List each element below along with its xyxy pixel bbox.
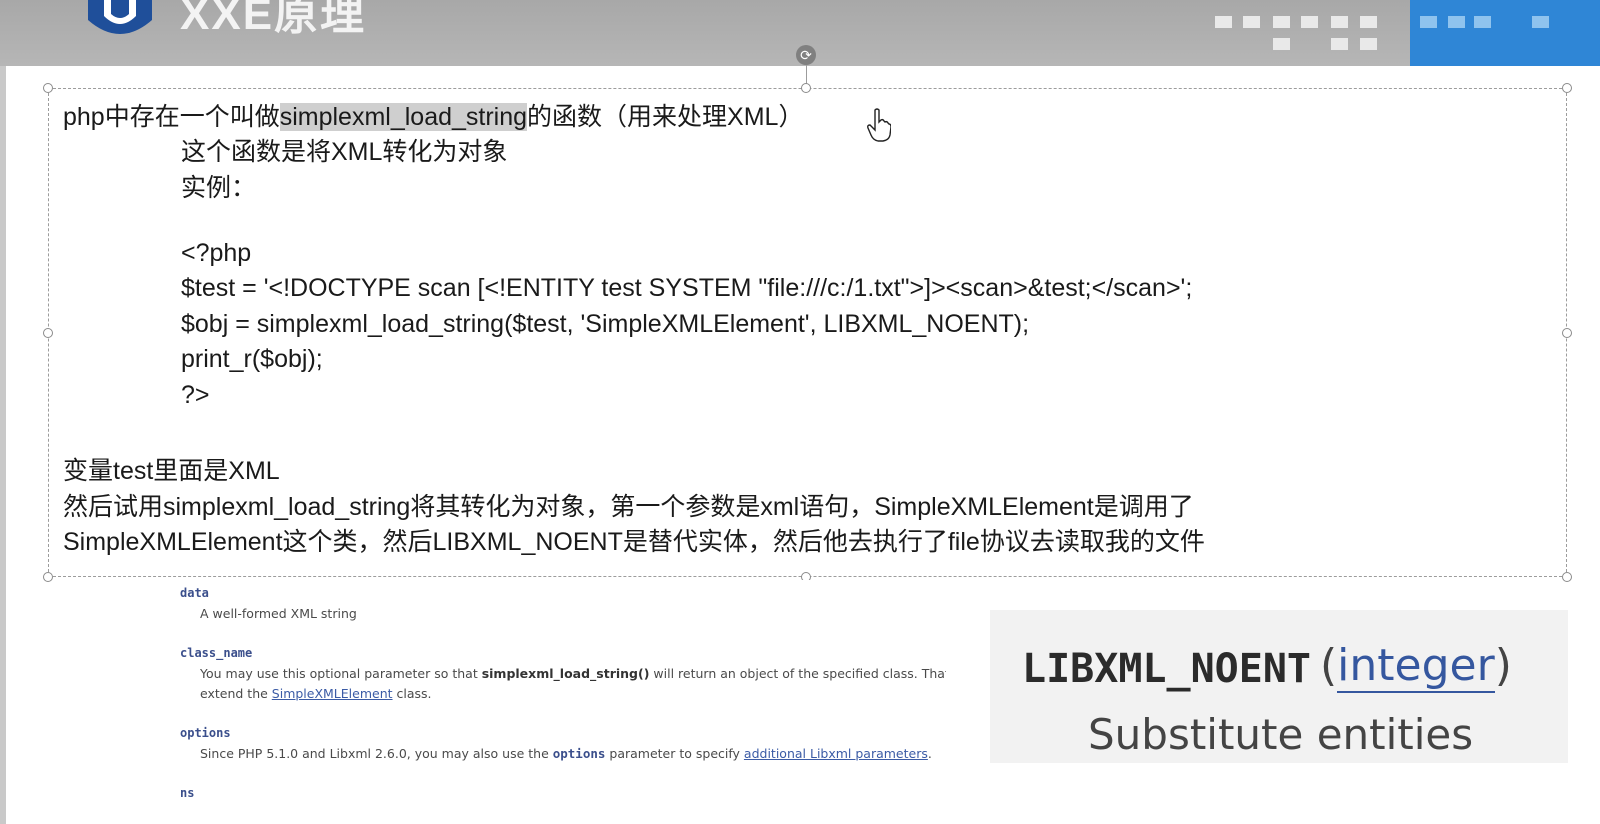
doc-param-class-name-desc: You may use this optional parameter so t… [200, 666, 946, 681]
doc-param-data-desc: A well-formed XML string [200, 606, 357, 621]
example-label: 实例： [181, 174, 257, 202]
decor-tile [1215, 16, 1232, 28]
simplexmlelement-link[interactable]: SimpleXMLElement [272, 686, 393, 701]
code-line: print_r($obj); [181, 345, 323, 373]
code-line: $test = '<!DOCTYPE scan [<!ENTITY test S… [181, 274, 1193, 302]
decor-tile [1448, 16, 1465, 28]
code-line: ?> [181, 381, 210, 409]
resize-handle-bottom-right[interactable] [1562, 572, 1572, 582]
explanation-line: SimpleXMLElement这个类，然后LIBXML_NOENT是替代实体，… [63, 528, 1205, 556]
hand-pointer-cursor-icon [867, 108, 891, 142]
resize-handle-top[interactable] [801, 83, 811, 93]
intro-prefix: php中存在一个叫做 [63, 103, 280, 131]
decor-tile [1243, 16, 1260, 28]
decor-tile [1420, 16, 1437, 28]
decor-tile [1273, 38, 1290, 50]
highlighted-function-name: simplexml_load_string [279, 103, 528, 131]
constant-description: Substitute entities [1088, 710, 1474, 759]
decor-tile [1360, 16, 1377, 28]
shield-logo-icon [88, 0, 152, 34]
resize-handle-top-left[interactable] [43, 83, 53, 93]
header-accent-block [1410, 0, 1600, 66]
function-description: 这个函数是将XML转化为对象 [181, 138, 508, 166]
doc-param-class-name-desc-2: extend the SimpleXMLElement class. [200, 686, 432, 701]
intro-suffix: 的函数（用来处理XML） [527, 103, 804, 131]
doc-param-class-name: class_name [180, 646, 253, 660]
integer-type-link[interactable]: integer [1337, 640, 1495, 693]
selected-text-box[interactable]: php中存在一个叫做simplexml_load_string的函数（用来处理X… [43, 83, 1572, 582]
doc-param-ns: ns [180, 786, 195, 798]
resize-handle-left[interactable] [43, 328, 53, 338]
constant-type: (integer) [1320, 640, 1512, 693]
doc-param-data: data [180, 586, 209, 600]
decor-tile [1331, 16, 1348, 28]
decor-tile [1532, 16, 1549, 28]
resize-handle-bottom-left[interactable] [43, 572, 53, 582]
decor-tile [1273, 16, 1290, 28]
explanation-line: 然后试用simplexml_load_string将其转化为对象，第一个参数是x… [63, 493, 1194, 521]
libxml-parameters-link[interactable]: additional Libxml parameters [744, 746, 928, 761]
php-doc-screenshot: data A well-formed XML string class_name… [166, 580, 946, 798]
slide-title: XXE原理 [180, 0, 367, 39]
decor-tile [1331, 38, 1348, 50]
decor-tile [1301, 16, 1318, 28]
code-line: <?php [181, 239, 252, 267]
code-line: $obj = simplexml_load_string($test, 'Sim… [181, 310, 1030, 338]
resize-handle-top-right[interactable] [1562, 83, 1572, 93]
page-left-stripe [0, 66, 6, 824]
rotate-handle-icon[interactable]: ⟳ [796, 45, 816, 65]
doc-param-options: options [180, 726, 231, 740]
constant-name: LIBXML_NOENT [1022, 646, 1311, 692]
doc-param-options-desc: Since PHP 5.1.0 and Libxml 2.6.0, you ma… [200, 746, 932, 761]
decor-tile [1474, 16, 1491, 28]
intro-line: php中存在一个叫做simplexml_load_string的函数（用来处理X… [63, 97, 803, 133]
decor-tile [1360, 38, 1377, 50]
resize-handle-right[interactable] [1562, 328, 1572, 338]
explanation-line: 变量test里面是XML [63, 457, 280, 485]
libxml-noent-card: LIBXML_NOENT (integer) Substitute entiti… [990, 610, 1568, 763]
